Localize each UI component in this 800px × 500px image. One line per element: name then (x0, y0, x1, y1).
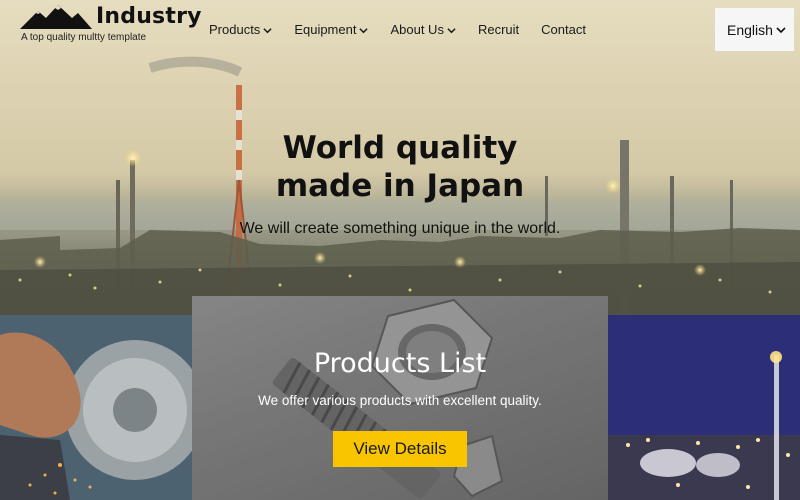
hero-title-line-1: World quality (282, 130, 518, 166)
language-select-value: English (727, 21, 773, 38)
nav-item-contact[interactable]: Contact (541, 22, 586, 37)
night-factory-image (608, 315, 800, 500)
nav-item-label: Equipment (294, 22, 357, 37)
chevron-down-icon (263, 28, 272, 34)
brand-tagline: A top quality multty template (21, 32, 147, 43)
grinding-work-image (0, 315, 192, 500)
hero-title-line-2: made in Japan (275, 168, 525, 204)
nav-item-recruit[interactable]: Recruit (478, 22, 519, 37)
main-nav: Products Equipment About Us Recruit Cont… (209, 22, 608, 37)
hero-banner: Industry A top quality multty template P… (0, 0, 800, 315)
mountain-icon (20, 5, 92, 29)
grinder-sparks-image (0, 315, 192, 500)
night-refinery-image (608, 315, 800, 500)
hero-title: World quality made in Japan (0, 129, 800, 205)
view-details-button[interactable]: View Details (333, 431, 467, 467)
language-select[interactable]: English (715, 8, 794, 51)
nav-item-products[interactable]: Products (209, 22, 272, 37)
nav-item-about-us[interactable]: About Us (390, 22, 456, 37)
nav-item-label: Contact (541, 22, 586, 37)
hero-subtitle: We will create something unique in the w… (239, 220, 561, 237)
nav-item-equipment[interactable]: Equipment (294, 22, 369, 37)
products-panel: Products List We offer various products … (192, 296, 608, 500)
chevron-down-icon (359, 28, 369, 34)
products-title: Products List (313, 348, 487, 379)
nav-item-label: Products (209, 22, 261, 37)
nav-item-label: Recruit (477, 22, 520, 37)
products-subtitle: We offer various products with excellent… (258, 393, 542, 408)
chevron-down-icon (776, 27, 786, 34)
brand-name: Industry (96, 4, 202, 29)
nav-item-label: About Us (390, 22, 444, 37)
chevron-down-icon (447, 28, 456, 34)
